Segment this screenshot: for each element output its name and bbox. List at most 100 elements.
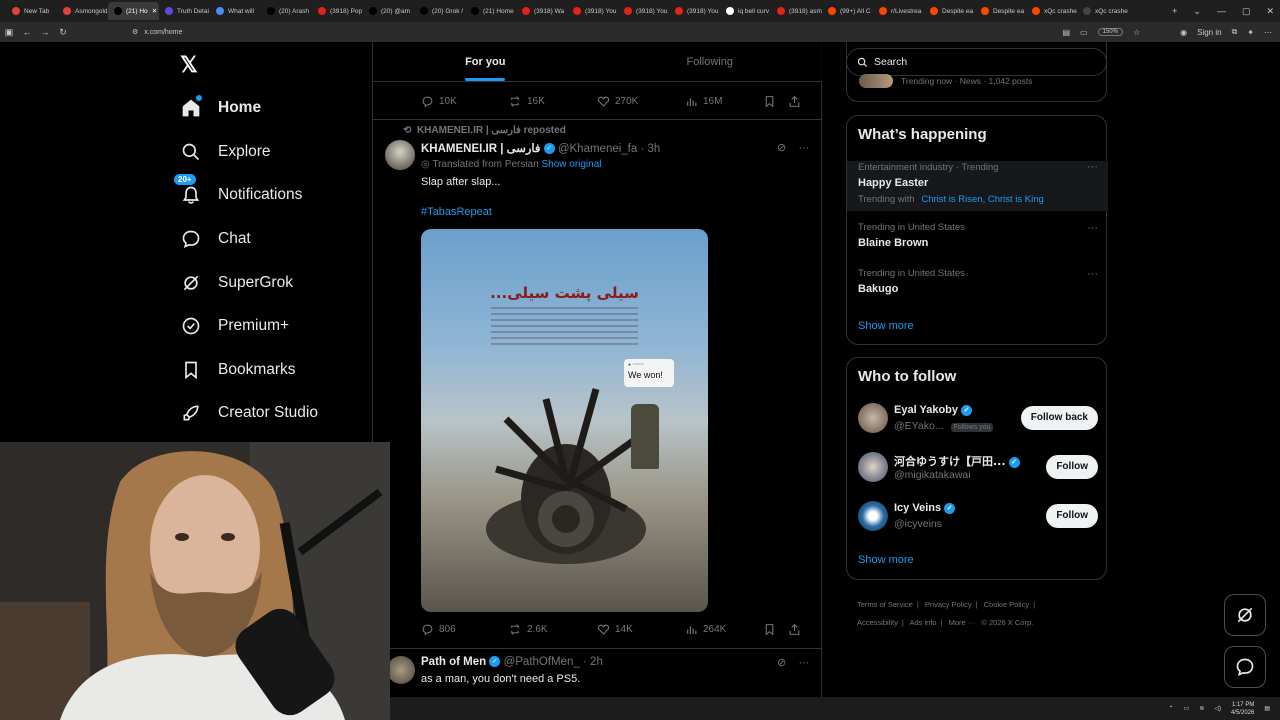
avatar[interactable]: [858, 501, 888, 531]
browser-menu-icon[interactable]: ⋯: [1264, 28, 1272, 37]
browser-tab[interactable]: (21) Home: [465, 2, 516, 20]
extensions-icon[interactable]: ⧉: [1232, 27, 1238, 37]
close-tab-icon[interactable]: ✕: [152, 7, 157, 15]
browser-tab[interactable]: (20) Grok /: [414, 2, 465, 20]
share-icon[interactable]: [788, 623, 801, 636]
nav-premium[interactable]: Premium+: [180, 315, 289, 337]
browser-tab[interactable]: (99+) All C: [822, 2, 873, 20]
more-options-icon[interactable]: ···: [798, 142, 809, 154]
favorite-star-icon[interactable]: ☆: [1133, 28, 1140, 37]
post-time[interactable]: · 3h: [640, 143, 660, 155]
post-time[interactable]: · 2h: [583, 656, 603, 668]
reader-mode-icon[interactable]: ▤: [1062, 28, 1070, 37]
grok-icon[interactable]: ⊘: [777, 142, 786, 154]
avatar[interactable]: [385, 140, 415, 170]
avatar[interactable]: [858, 452, 888, 482]
more-options-icon[interactable]: ···: [1087, 161, 1098, 173]
nav-notifications[interactable]: 20+ Notifications: [174, 174, 302, 206]
maximize-button[interactable]: ▢: [1242, 6, 1251, 17]
wifi-icon[interactable]: ≋: [1199, 705, 1204, 712]
footer-link[interactable]: Terms of Service: [857, 600, 913, 609]
notification-center-icon[interactable]: ▤: [1264, 705, 1270, 712]
like-button[interactable]: 270K: [597, 95, 685, 108]
follow-button[interactable]: Follow: [1046, 504, 1098, 528]
hashtag-link[interactable]: #TabasRepeat: [421, 206, 492, 218]
browser-tab[interactable]: (3918) Pop: [312, 2, 363, 20]
avatar[interactable]: [387, 656, 415, 684]
author-name[interactable]: Path of Men: [421, 656, 486, 668]
author-handle[interactable]: @Khamenei_fa: [558, 143, 637, 155]
trend-item[interactable]: Entertainment industry · Trending Happy …: [847, 161, 1108, 211]
volume-icon[interactable]: ◁): [1214, 705, 1221, 712]
site-info-icon[interactable]: ⚙: [132, 28, 138, 36]
follow-button[interactable]: Follow: [1046, 455, 1098, 479]
network-icon[interactable]: ▭: [1184, 705, 1190, 712]
avatar[interactable]: [858, 403, 888, 433]
tab-for-you[interactable]: For you: [373, 42, 598, 81]
browser-tab[interactable]: (21) Ho ✕: [108, 2, 159, 20]
browser-tab[interactable]: New Tab: [6, 2, 57, 20]
zoom-level[interactable]: 150%: [1097, 28, 1123, 36]
browser-tab[interactable]: r/Livestrea: [873, 2, 924, 20]
url-field[interactable]: ⚙ x.com/home: [132, 28, 182, 37]
trend-item[interactable]: Trending in United States Bakugo ···: [858, 268, 1098, 295]
forward-button[interactable]: →: [36, 27, 54, 37]
reply-button[interactable]: 806: [421, 623, 509, 636]
minimize-button[interactable]: —: [1217, 6, 1226, 16]
new-tab-button[interactable]: +: [1172, 6, 1177, 16]
views-button[interactable]: 264K: [685, 623, 755, 636]
nav-explore[interactable]: Explore: [180, 141, 271, 163]
follow-suggestion[interactable]: Eyal Yakoby ✓ @EYako... Follows you Foll…: [858, 403, 1098, 435]
more-options-icon[interactable]: ···: [1087, 222, 1098, 234]
footer-link[interactable]: Cookie Policy: [984, 600, 1029, 609]
show-original-link[interactable]: Show original: [541, 159, 601, 170]
bookmark-icon[interactable]: [763, 623, 776, 636]
nav-creator-studio[interactable]: Creator Studio: [180, 402, 318, 424]
account-name[interactable]: 河合ゆうすけ【戸田...: [894, 455, 1006, 468]
repost-button[interactable]: 16K: [509, 95, 597, 108]
account-handle[interactable]: @EYako...: [894, 420, 944, 432]
tab-list-chevron-icon[interactable]: ⌄: [1193, 6, 1201, 17]
tray-chevron-icon[interactable]: ⌃: [1169, 705, 1174, 712]
screenshot-icon[interactable]: ▭: [1080, 28, 1088, 37]
sidebar-toggle-icon[interactable]: ▣: [0, 27, 18, 38]
browser-tab[interactable]: What will: [210, 2, 261, 20]
browser-tab[interactable]: (3918) You: [669, 2, 720, 20]
bookmark-icon[interactable]: [763, 95, 776, 108]
account-name[interactable]: Eyal Yakoby: [894, 404, 958, 416]
browser-tab[interactable]: Truth Detai: [159, 2, 210, 20]
signin-link[interactable]: Sign in: [1197, 28, 1221, 37]
more-options-icon[interactable]: ···: [1087, 268, 1098, 280]
author-name[interactable]: KHAMENEI.IR | فارسی: [421, 143, 540, 155]
copilot-icon[interactable]: ✦: [1247, 28, 1254, 37]
back-button[interactable]: ←: [18, 27, 36, 37]
browser-tab[interactable]: xQc crashe: [1077, 2, 1128, 20]
grok-fab-button[interactable]: [1224, 594, 1266, 636]
tab-following[interactable]: Following: [598, 42, 823, 81]
grok-icon[interactable]: ⊘: [777, 657, 786, 669]
footer-link[interactable]: Ads info: [909, 618, 936, 627]
browser-tab[interactable]: (3918) You: [618, 2, 669, 20]
browser-tab[interactable]: Despite ea: [924, 2, 975, 20]
browser-tab[interactable]: (3918) Wa: [516, 2, 567, 20]
account-handle[interactable]: @icyveins: [894, 518, 942, 530]
browser-tab[interactable]: Asmongold: [57, 2, 108, 20]
follow-back-button[interactable]: Follow back: [1020, 406, 1098, 430]
show-more-follow-link[interactable]: Show more: [858, 554, 914, 566]
browser-tab[interactable]: (3918) asm: [771, 2, 822, 20]
browser-tab[interactable]: (20) Arash: [261, 2, 312, 20]
browser-tab[interactable]: (20) @am: [363, 2, 414, 20]
nav-chat[interactable]: Chat: [180, 228, 251, 250]
reload-button[interactable]: ↻: [54, 27, 72, 38]
close-window-button[interactable]: ✕: [1266, 6, 1274, 17]
browser-tab[interactable]: (3918) You: [567, 2, 618, 20]
browser-tab[interactable]: iq bell curv: [720, 2, 771, 20]
account-handle[interactable]: @migikatakawai: [894, 469, 971, 481]
author-handle[interactable]: @PathOfMen_: [504, 656, 580, 668]
x-logo-icon[interactable]: 𝕏: [180, 54, 202, 76]
nav-supergrok[interactable]: SuperGrok: [180, 272, 293, 294]
url-text[interactable]: x.com/home: [144, 29, 182, 36]
footer-link[interactable]: Accessibility: [857, 618, 898, 627]
partial-trend-meta[interactable]: Trending now · News · 1,042 posts: [901, 76, 1033, 86]
reposted-by[interactable]: KHAMENEI.IR | فارسی reposted: [417, 125, 566, 136]
